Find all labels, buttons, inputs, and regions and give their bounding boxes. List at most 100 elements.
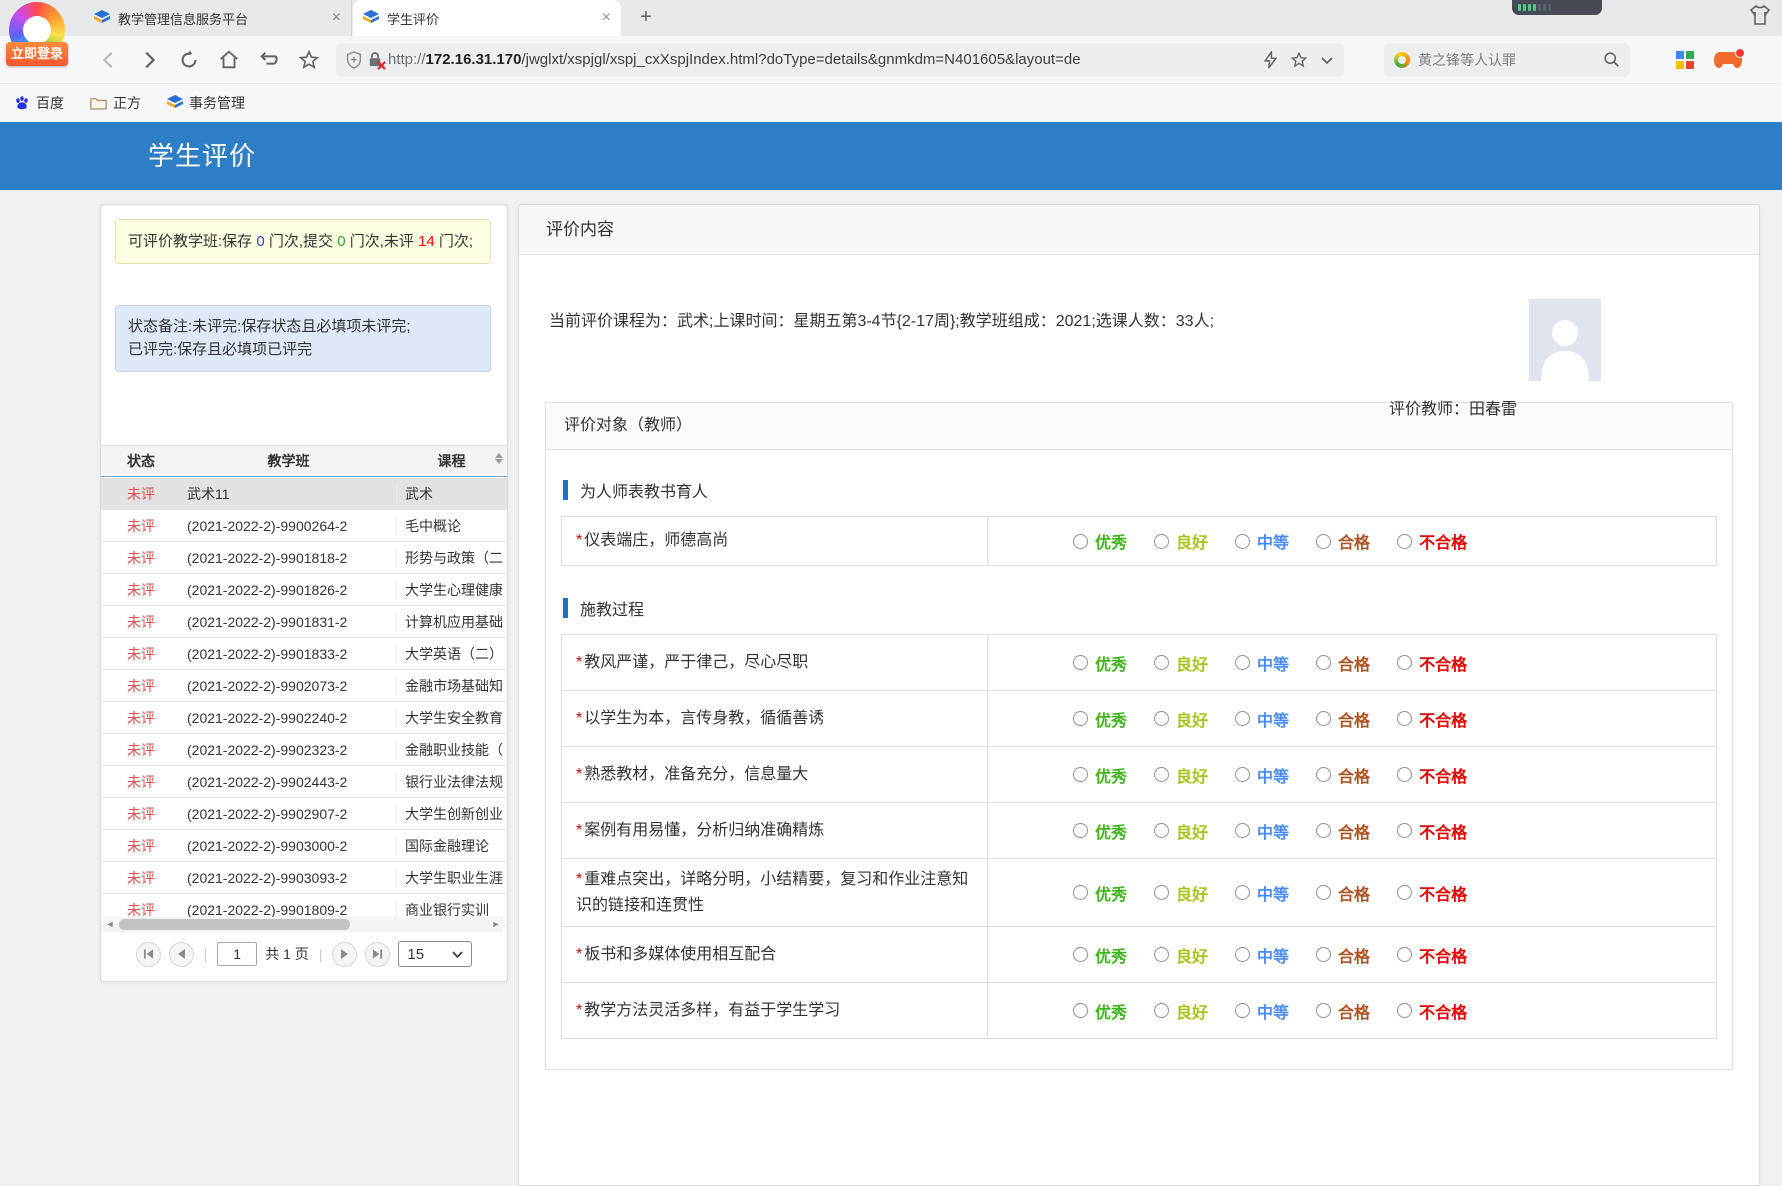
rating-option[interactable]: 优秀 (1073, 999, 1127, 1023)
class-row[interactable]: 未评武术11武术 (101, 478, 507, 510)
radio-icon[interactable] (1154, 823, 1169, 838)
page-number-input[interactable]: 1 (217, 942, 257, 966)
reload-icon[interactable] (176, 47, 202, 73)
radio-icon[interactable] (1316, 655, 1331, 670)
radio-icon[interactable] (1235, 823, 1250, 838)
rating-option[interactable]: 良好 (1154, 707, 1208, 731)
rating-option[interactable]: 合格 (1316, 943, 1370, 967)
sort-icon[interactable] (495, 453, 503, 464)
radio-icon[interactable] (1235, 947, 1250, 962)
rating-option[interactable]: 中等 (1235, 881, 1289, 905)
radio-icon[interactable] (1316, 711, 1331, 726)
class-row[interactable]: 未评(2021-2022-2)-9902073-2金融市场基础知 (101, 670, 507, 702)
radio-icon[interactable] (1154, 1003, 1169, 1018)
rating-option[interactable]: 不合格 (1397, 999, 1467, 1023)
radio-icon[interactable] (1235, 767, 1250, 782)
radio-icon[interactable] (1154, 534, 1169, 549)
radio-icon[interactable] (1397, 767, 1412, 782)
scroll-left-icon[interactable]: ◄ (103, 917, 117, 932)
rating-option[interactable]: 合格 (1316, 651, 1370, 675)
radio-icon[interactable] (1154, 655, 1169, 670)
rating-option[interactable]: 合格 (1316, 763, 1370, 787)
radio-icon[interactable] (1073, 823, 1088, 838)
bookmark-baidu[interactable]: 百度 (14, 93, 64, 113)
radio-icon[interactable] (1235, 1003, 1250, 1018)
scrollbar-track[interactable] (117, 919, 489, 930)
bookmark-zhengfang[interactable]: 正方 (90, 93, 141, 113)
rating-option[interactable]: 不合格 (1397, 881, 1467, 905)
close-icon[interactable]: × (332, 9, 341, 27)
radio-icon[interactable] (1235, 885, 1250, 900)
home-icon[interactable] (216, 47, 242, 73)
login-button[interactable]: 立即登录 (6, 42, 68, 66)
new-tab-button[interactable]: + (632, 4, 660, 32)
radio-icon[interactable] (1073, 711, 1088, 726)
rating-option[interactable]: 中等 (1235, 819, 1289, 843)
rating-option[interactable]: 优秀 (1073, 881, 1127, 905)
rating-option[interactable]: 优秀 (1073, 819, 1127, 843)
insecure-lock-icon[interactable] (368, 51, 382, 68)
rating-option[interactable]: 优秀 (1073, 707, 1127, 731)
address-bar[interactable]: http://172.16.31.170/jwglxt/xspjgl/xspj_… (336, 43, 1344, 77)
game-center-icon[interactable] (1714, 51, 1742, 69)
rating-option[interactable]: 不合格 (1397, 819, 1467, 843)
rating-option[interactable]: 良好 (1154, 651, 1208, 675)
class-row[interactable]: 未评(2021-2022-2)-9901826-2大学生心理健康 (101, 574, 507, 606)
rating-option[interactable]: 中等 (1235, 943, 1289, 967)
search-icon[interactable] (1603, 51, 1620, 68)
back-icon[interactable] (96, 47, 122, 73)
column-header-course[interactable]: 课程 (396, 446, 507, 476)
rating-option[interactable]: 合格 (1316, 529, 1370, 553)
radio-icon[interactable] (1073, 534, 1088, 549)
column-header-class[interactable]: 教学班 (181, 446, 396, 476)
radio-icon[interactable] (1397, 655, 1412, 670)
rating-option[interactable]: 中等 (1235, 763, 1289, 787)
rating-option[interactable]: 不合格 (1397, 529, 1467, 553)
radio-icon[interactable] (1154, 711, 1169, 726)
class-row[interactable]: 未评(2021-2022-2)-9901833-2大学英语（二） (101, 638, 507, 670)
rating-option[interactable]: 中等 (1235, 651, 1289, 675)
rating-option[interactable]: 优秀 (1073, 763, 1127, 787)
rating-option[interactable]: 中等 (1235, 999, 1289, 1023)
class-row[interactable]: 未评(2021-2022-2)-9902240-2大学生安全教育 (101, 702, 507, 734)
radio-icon[interactable] (1235, 711, 1250, 726)
radio-icon[interactable] (1397, 711, 1412, 726)
favorite-star-icon[interactable] (296, 47, 322, 73)
radio-icon[interactable] (1154, 885, 1169, 900)
next-page-button[interactable] (332, 942, 357, 967)
scrollbar-thumb[interactable] (119, 919, 350, 930)
rating-option[interactable]: 良好 (1154, 943, 1208, 967)
rating-option[interactable]: 良好 (1154, 999, 1208, 1023)
rating-option[interactable]: 合格 (1316, 707, 1370, 731)
tab-jiaoxue-guanli[interactable]: 教学管理信息服务平台 × (84, 0, 352, 36)
radio-icon[interactable] (1397, 885, 1412, 900)
radio-icon[interactable] (1073, 947, 1088, 962)
radio-icon[interactable] (1397, 823, 1412, 838)
rating-option[interactable]: 中等 (1235, 707, 1289, 731)
shield-icon[interactable] (346, 51, 362, 69)
rating-option[interactable]: 优秀 (1073, 943, 1127, 967)
class-row[interactable]: 未评(2021-2022-2)-9900264-2毛中概论 (101, 510, 507, 542)
radio-icon[interactable] (1397, 947, 1412, 962)
forward-icon[interactable] (136, 47, 162, 73)
radio-icon[interactable] (1235, 655, 1250, 670)
radio-icon[interactable] (1154, 947, 1169, 962)
rating-option[interactable]: 合格 (1316, 881, 1370, 905)
radio-icon[interactable] (1316, 823, 1331, 838)
scroll-right-icon[interactable]: ► (489, 917, 503, 932)
rating-option[interactable]: 合格 (1316, 819, 1370, 843)
radio-icon[interactable] (1316, 767, 1331, 782)
radio-icon[interactable] (1073, 1003, 1088, 1018)
last-page-button[interactable] (365, 942, 390, 967)
rating-option[interactable]: 优秀 (1073, 651, 1127, 675)
bookmark-star-icon[interactable] (1290, 51, 1308, 69)
tab-xuesheng-pingjia[interactable]: 学生评价 × (353, 0, 621, 36)
radio-icon[interactable] (1073, 767, 1088, 782)
class-row[interactable]: 未评(2021-2022-2)-9902907-2大学生创新创业 (101, 798, 507, 830)
rating-option[interactable]: 不合格 (1397, 943, 1467, 967)
class-row[interactable]: 未评(2021-2022-2)-9901818-2形势与政策（二 (101, 542, 507, 574)
undo-restore-icon[interactable] (256, 47, 282, 73)
radio-icon[interactable] (1154, 767, 1169, 782)
close-icon[interactable]: × (602, 9, 611, 27)
theme-skin-icon[interactable] (1748, 4, 1772, 26)
